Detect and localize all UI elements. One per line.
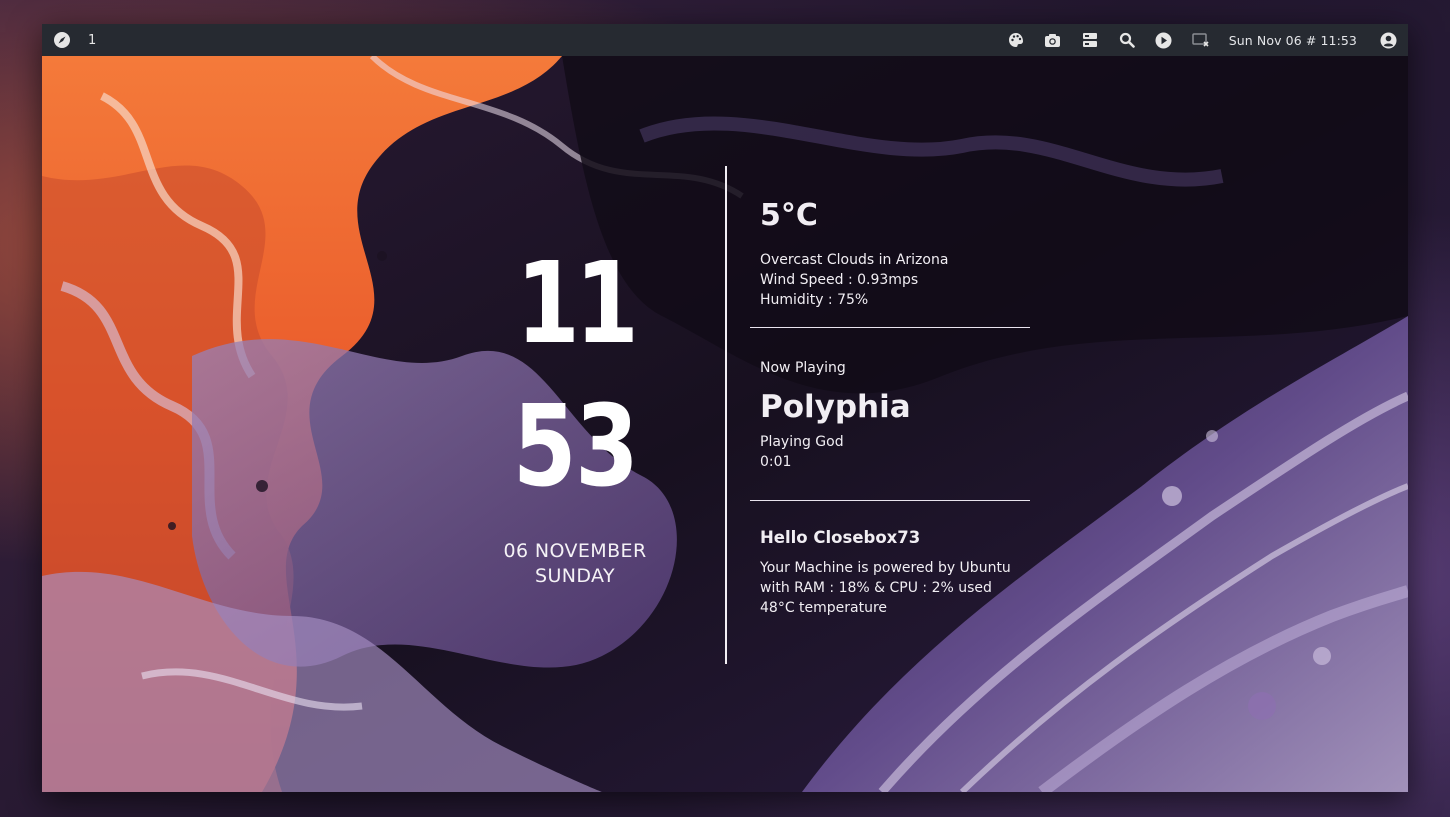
user-icon[interactable] xyxy=(1378,30,1398,50)
now-playing-song: Playing God xyxy=(760,434,844,450)
play-icon[interactable] xyxy=(1154,30,1174,50)
now-playing-time: 0:01 xyxy=(760,454,792,470)
clock-day: SUNDAY xyxy=(534,565,615,587)
panel-clock[interactable]: Sun Nov 06 # 11:53 xyxy=(1229,33,1357,48)
now-playing-artist: Polyphia xyxy=(760,389,911,425)
system-info-usage: with RAM : 18% & CPU : 2% used xyxy=(760,580,992,596)
palette-icon[interactable] xyxy=(1006,30,1026,50)
clock-minute: 53 xyxy=(512,382,639,512)
weather-temperature: 5°C xyxy=(760,198,818,233)
clock-hour: 11 xyxy=(516,239,639,369)
weather-wind: Wind Speed : 0.93mps xyxy=(760,272,919,288)
system-greeting: Hello Closebox73 xyxy=(760,528,921,547)
layout-icon[interactable] xyxy=(1080,30,1100,50)
compass-icon[interactable] xyxy=(52,30,72,50)
weather-humidity: Humidity : 75% xyxy=(760,292,869,308)
camera-icon[interactable] xyxy=(1043,30,1063,50)
clock-date: 06 NOVEMBER xyxy=(503,540,647,562)
divider-music xyxy=(750,500,1030,501)
screen-close-icon[interactable] xyxy=(1191,30,1211,50)
system-info-temp: 48°C temperature xyxy=(760,600,888,616)
search-icon[interactable] xyxy=(1117,30,1137,50)
divider-weather xyxy=(750,327,1030,328)
workspace-indicator[interactable]: 1 xyxy=(88,33,96,48)
weather-description: Overcast Clouds in Arizona xyxy=(760,252,949,268)
system-info-os: Your Machine is powered by Ubuntu xyxy=(760,560,1011,576)
desktop-screen: 1 Sun Nov 06 # 11:53 11 53 06 NOVEMBER S… xyxy=(42,24,1408,792)
now-playing-label: Now Playing xyxy=(760,360,846,376)
top-panel: 1 Sun Nov 06 # 11:53 xyxy=(42,24,1408,56)
vertical-divider xyxy=(725,166,727,664)
